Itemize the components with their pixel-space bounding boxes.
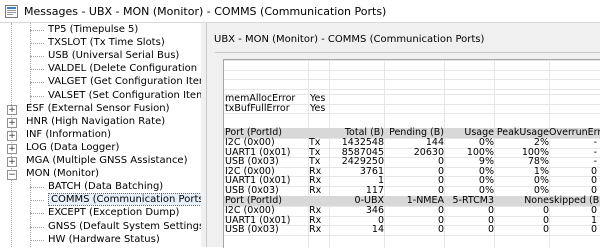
table-cell: Rx xyxy=(309,184,322,196)
tree-item[interactable]: BATCH (Data Batching) xyxy=(48,180,163,194)
tree-item-label: USB (Universal Serial Bus) xyxy=(48,50,180,62)
tree-guide-line xyxy=(30,56,44,58)
tree-item-label: MON (Monitor) xyxy=(26,168,99,180)
app-icon xyxy=(5,4,18,18)
tree-item[interactable]: COMMS (Communication Ports) xyxy=(48,193,201,207)
tree-item[interactable]: HNR (High Navigation Rate) xyxy=(26,115,165,129)
expand-icon[interactable]: + xyxy=(7,117,17,128)
tree-guide-line xyxy=(30,187,44,189)
tree-item[interactable]: EXCEPT (Exception Dump) xyxy=(48,206,179,220)
tree-guide-line xyxy=(30,200,44,202)
grid-line xyxy=(224,60,600,61)
tree-item-label: TXSLOT (Tx Time Slots) xyxy=(48,37,165,49)
expand-icon[interactable]: + xyxy=(7,143,17,154)
tree-item[interactable]: HW (Hardware Status) xyxy=(48,233,160,247)
expand-icon[interactable]: + xyxy=(7,157,17,167)
tree-item-label: ESF (External Sensor Fusion) xyxy=(26,102,170,114)
tree-item[interactable]: LOG (Data Logger) xyxy=(26,141,119,155)
tree-guide-line xyxy=(30,23,31,104)
tree-item[interactable]: VALDEL (Delete Configuration Item Values… xyxy=(48,62,201,76)
tree-item-label: GNSS (Default System Settings) xyxy=(48,220,202,232)
panel-title: UBX - MON (Monitor) - COMMS (Communicati… xyxy=(214,34,485,45)
tree-guide-line xyxy=(30,69,44,71)
tree-guide-line xyxy=(30,30,44,31)
tree-item-label: BATCH (Data Batching) xyxy=(48,181,164,193)
grid-line xyxy=(224,79,600,80)
tree-item[interactable]: ESF (External Sensor Fusion) xyxy=(26,102,170,116)
tree-item-label: VALGET (Get Configuration Item Values) xyxy=(48,76,201,88)
tree-item-label: INF (Information) xyxy=(26,128,112,140)
tree-item[interactable]: TP5 (Timepulse 5) xyxy=(48,23,138,37)
tree-item-label: MGA (Multiple GNSS Assistance) xyxy=(26,155,188,166)
tree-item[interactable]: MGA (Multiple GNSS Assistance) xyxy=(26,154,188,168)
expand-icon[interactable]: + xyxy=(7,104,17,115)
tree-guide-line xyxy=(30,213,44,215)
title-bar: Messages - UBX - MON (Monitor) - COMMS (… xyxy=(0,0,600,23)
grid-line xyxy=(224,88,600,90)
grid-line xyxy=(224,69,600,71)
tree-item-label: HNR (High Navigation Rate) xyxy=(26,115,166,127)
tree-guide-line xyxy=(30,95,44,97)
tree-item-label: TP5 (Timepulse 5) xyxy=(48,24,139,35)
data-grid[interactable]: memAllocError Yes txBufFullError Yes Port (P… xyxy=(223,59,600,248)
tree-item[interactable]: GNSS (Default System Settings) xyxy=(48,220,202,234)
tree-item[interactable]: VALGET (Get Configuration Item Values) xyxy=(48,75,201,89)
tree-item-label: COMMS (Communication Ports) xyxy=(48,193,201,207)
tree-guide-line xyxy=(30,82,44,84)
panel-divider xyxy=(215,52,600,53)
tree-guide-line xyxy=(30,239,44,241)
tree-guide-line xyxy=(30,226,44,228)
expand-icon[interactable]: + xyxy=(7,130,17,141)
tree-item-label: VALDEL (Delete Configuration Item Values… xyxy=(48,63,201,75)
tree-item[interactable]: TXSLOT (Tx Time Slots) xyxy=(48,36,165,50)
window-title: Messages - UBX - MON (Monitor) - COMMS (… xyxy=(24,4,387,18)
grid-line xyxy=(224,234,600,236)
grid-line xyxy=(224,113,600,114)
message-view-panel: UBX - MON (Monitor) - COMMS (Communicati… xyxy=(207,23,600,248)
message-tree[interactable]: TP5 (Timepulse 5) TXSLOT (Tx Time Slots) U… xyxy=(0,23,202,247)
tree-item[interactable]: INF (Information) xyxy=(26,128,111,142)
collapse-icon[interactable]: − xyxy=(7,170,17,181)
tree-item[interactable]: MON (Monitor) xyxy=(26,167,99,181)
tree-item-label: EXCEPT (Exception Dump) xyxy=(48,207,180,219)
tree-item[interactable]: USB (Universal Serial Bus) xyxy=(48,49,179,63)
tree-item-label: HW (Hardware Status) xyxy=(48,233,160,245)
tree-item[interactable]: VALSET (Set Configuration Item Values) xyxy=(48,89,201,103)
tree-item-label: LOG (Data Logger) xyxy=(26,141,120,153)
tree-guide-line xyxy=(30,43,44,45)
tree-item-label: VALSET (Set Configuration Item Values) xyxy=(48,89,201,101)
